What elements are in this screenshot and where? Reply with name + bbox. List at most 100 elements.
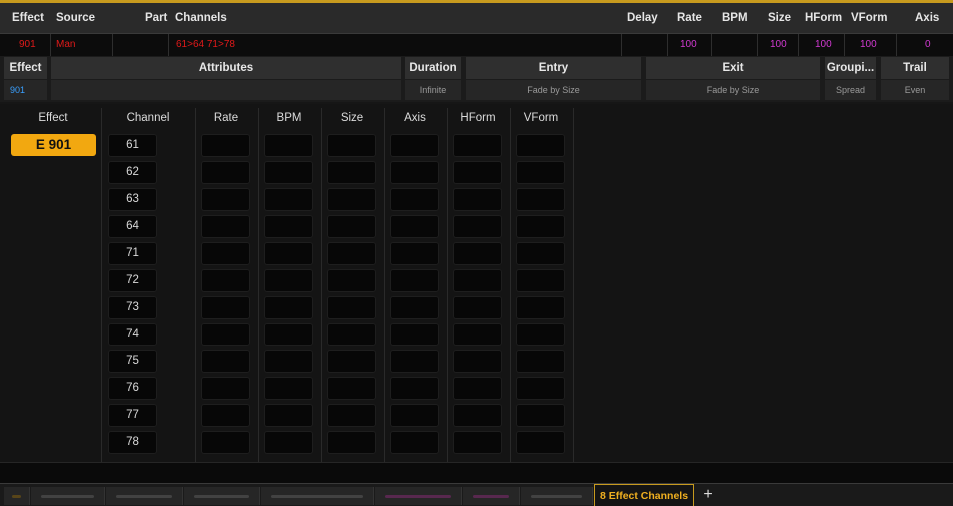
bpm-cell[interactable]: [264, 134, 313, 157]
axis-cell[interactable]: [390, 377, 439, 400]
hform-cell[interactable]: [453, 350, 502, 373]
size-cell[interactable]: [327, 188, 376, 211]
detail-grouping[interactable]: Groupi... Spread: [825, 56, 876, 102]
hform-cell[interactable]: [453, 323, 502, 346]
hform-cell[interactable]: [453, 431, 502, 454]
tab-blurred[interactable]: [106, 487, 183, 505]
tab-blurred[interactable]: [31, 487, 105, 505]
col-header-effect[interactable]: Effect: [12, 3, 44, 34]
axis-cell[interactable]: [390, 188, 439, 211]
col-header-delay[interactable]: Delay: [627, 3, 658, 34]
hform-cell[interactable]: [453, 134, 502, 157]
vform-cell[interactable]: [516, 161, 565, 184]
bpm-cell[interactable]: [264, 377, 313, 400]
col-header-axis[interactable]: Axis: [915, 3, 939, 34]
detail-trail[interactable]: Trail Even: [881, 56, 949, 102]
bpm-cell[interactable]: [264, 296, 313, 319]
tab-effect-channels[interactable]: 8 Effect Channels: [594, 484, 694, 506]
size-cell[interactable]: [327, 431, 376, 454]
detail-exit[interactable]: Exit Fade by Size: [646, 56, 820, 102]
rate-cell[interactable]: [201, 215, 250, 238]
axis-cell[interactable]: [390, 323, 439, 346]
detail-duration[interactable]: Duration Infinite: [405, 56, 461, 102]
hform-cell[interactable]: [453, 242, 502, 265]
vform-cell[interactable]: [516, 242, 565, 265]
size-cell[interactable]: [327, 161, 376, 184]
tab-blurred[interactable]: [184, 487, 260, 505]
axis-cell[interactable]: [390, 215, 439, 238]
size-cell[interactable]: [327, 377, 376, 400]
col-header-rate[interactable]: Rate: [677, 3, 702, 34]
bpm-cell[interactable]: [264, 188, 313, 211]
hform-cell[interactable]: [453, 161, 502, 184]
bpm-cell[interactable]: [264, 323, 313, 346]
rate-cell[interactable]: [201, 134, 250, 157]
vform-cell[interactable]: [516, 323, 565, 346]
detail-entry[interactable]: Entry Fade by Size: [466, 56, 641, 102]
bpm-cell[interactable]: [264, 269, 313, 292]
hform-cell[interactable]: [453, 377, 502, 400]
effect-tag[interactable]: E 901: [11, 134, 96, 156]
size-cell[interactable]: [327, 350, 376, 373]
bpm-cell[interactable]: [264, 161, 313, 184]
size-cell[interactable]: [327, 323, 376, 346]
rate-cell[interactable]: [201, 323, 250, 346]
channel-cell[interactable]: 64: [108, 215, 157, 238]
channel-cell[interactable]: 71: [108, 242, 157, 265]
vform-cell[interactable]: [516, 215, 565, 238]
axis-cell[interactable]: [390, 161, 439, 184]
vform-cell[interactable]: [516, 269, 565, 292]
col-header-part[interactable]: Part: [145, 3, 167, 34]
channel-cell[interactable]: 72: [108, 269, 157, 292]
hform-cell[interactable]: [453, 269, 502, 292]
rate-cell[interactable]: [201, 404, 250, 427]
size-cell[interactable]: [327, 134, 376, 157]
tab-blurred[interactable]: [261, 487, 374, 505]
tab-home[interactable]: [4, 487, 30, 505]
axis-cell[interactable]: [390, 134, 439, 157]
rate-cell[interactable]: [201, 161, 250, 184]
bpm-cell[interactable]: [264, 431, 313, 454]
channel-cell[interactable]: 61: [108, 134, 157, 157]
vform-cell[interactable]: [516, 188, 565, 211]
col-header-source[interactable]: Source: [56, 3, 95, 34]
col-header-size[interactable]: Size: [768, 3, 791, 34]
vform-cell[interactable]: [516, 350, 565, 373]
size-cell[interactable]: [327, 242, 376, 265]
channel-cell[interactable]: 73: [108, 296, 157, 319]
bpm-cell[interactable]: [264, 404, 313, 427]
axis-cell[interactable]: [390, 242, 439, 265]
axis-cell[interactable]: [390, 269, 439, 292]
channel-cell[interactable]: 77: [108, 404, 157, 427]
channel-cell[interactable]: 62: [108, 161, 157, 184]
add-tab-button[interactable]: +: [700, 485, 716, 505]
bpm-cell[interactable]: [264, 350, 313, 373]
col-header-bpm[interactable]: BPM: [722, 3, 748, 34]
effect-list-row[interactable]: 901 Man 61>64 71>78 100 100 100 100 0: [0, 34, 953, 56]
hform-cell[interactable]: [453, 404, 502, 427]
hform-cell[interactable]: [453, 215, 502, 238]
rate-cell[interactable]: [201, 269, 250, 292]
channel-cell[interactable]: 74: [108, 323, 157, 346]
axis-cell[interactable]: [390, 404, 439, 427]
col-header-channels[interactable]: Channels: [175, 3, 227, 34]
rate-cell[interactable]: [201, 296, 250, 319]
hform-cell[interactable]: [453, 188, 502, 211]
detail-effect[interactable]: Effect 901: [4, 56, 47, 102]
size-cell[interactable]: [327, 215, 376, 238]
rate-cell[interactable]: [201, 188, 250, 211]
size-cell[interactable]: [327, 404, 376, 427]
channel-cell[interactable]: 78: [108, 431, 157, 454]
channel-cell[interactable]: 63: [108, 188, 157, 211]
vform-cell[interactable]: [516, 377, 565, 400]
bpm-cell[interactable]: [264, 215, 313, 238]
tab-blurred[interactable]: [463, 487, 520, 505]
size-cell[interactable]: [327, 296, 376, 319]
vform-cell[interactable]: [516, 134, 565, 157]
command-line[interactable]: [0, 462, 953, 483]
rate-cell[interactable]: [201, 431, 250, 454]
tab-blurred[interactable]: [521, 487, 593, 505]
col-header-hform[interactable]: HForm: [805, 3, 842, 34]
rate-cell[interactable]: [201, 242, 250, 265]
axis-cell[interactable]: [390, 350, 439, 373]
